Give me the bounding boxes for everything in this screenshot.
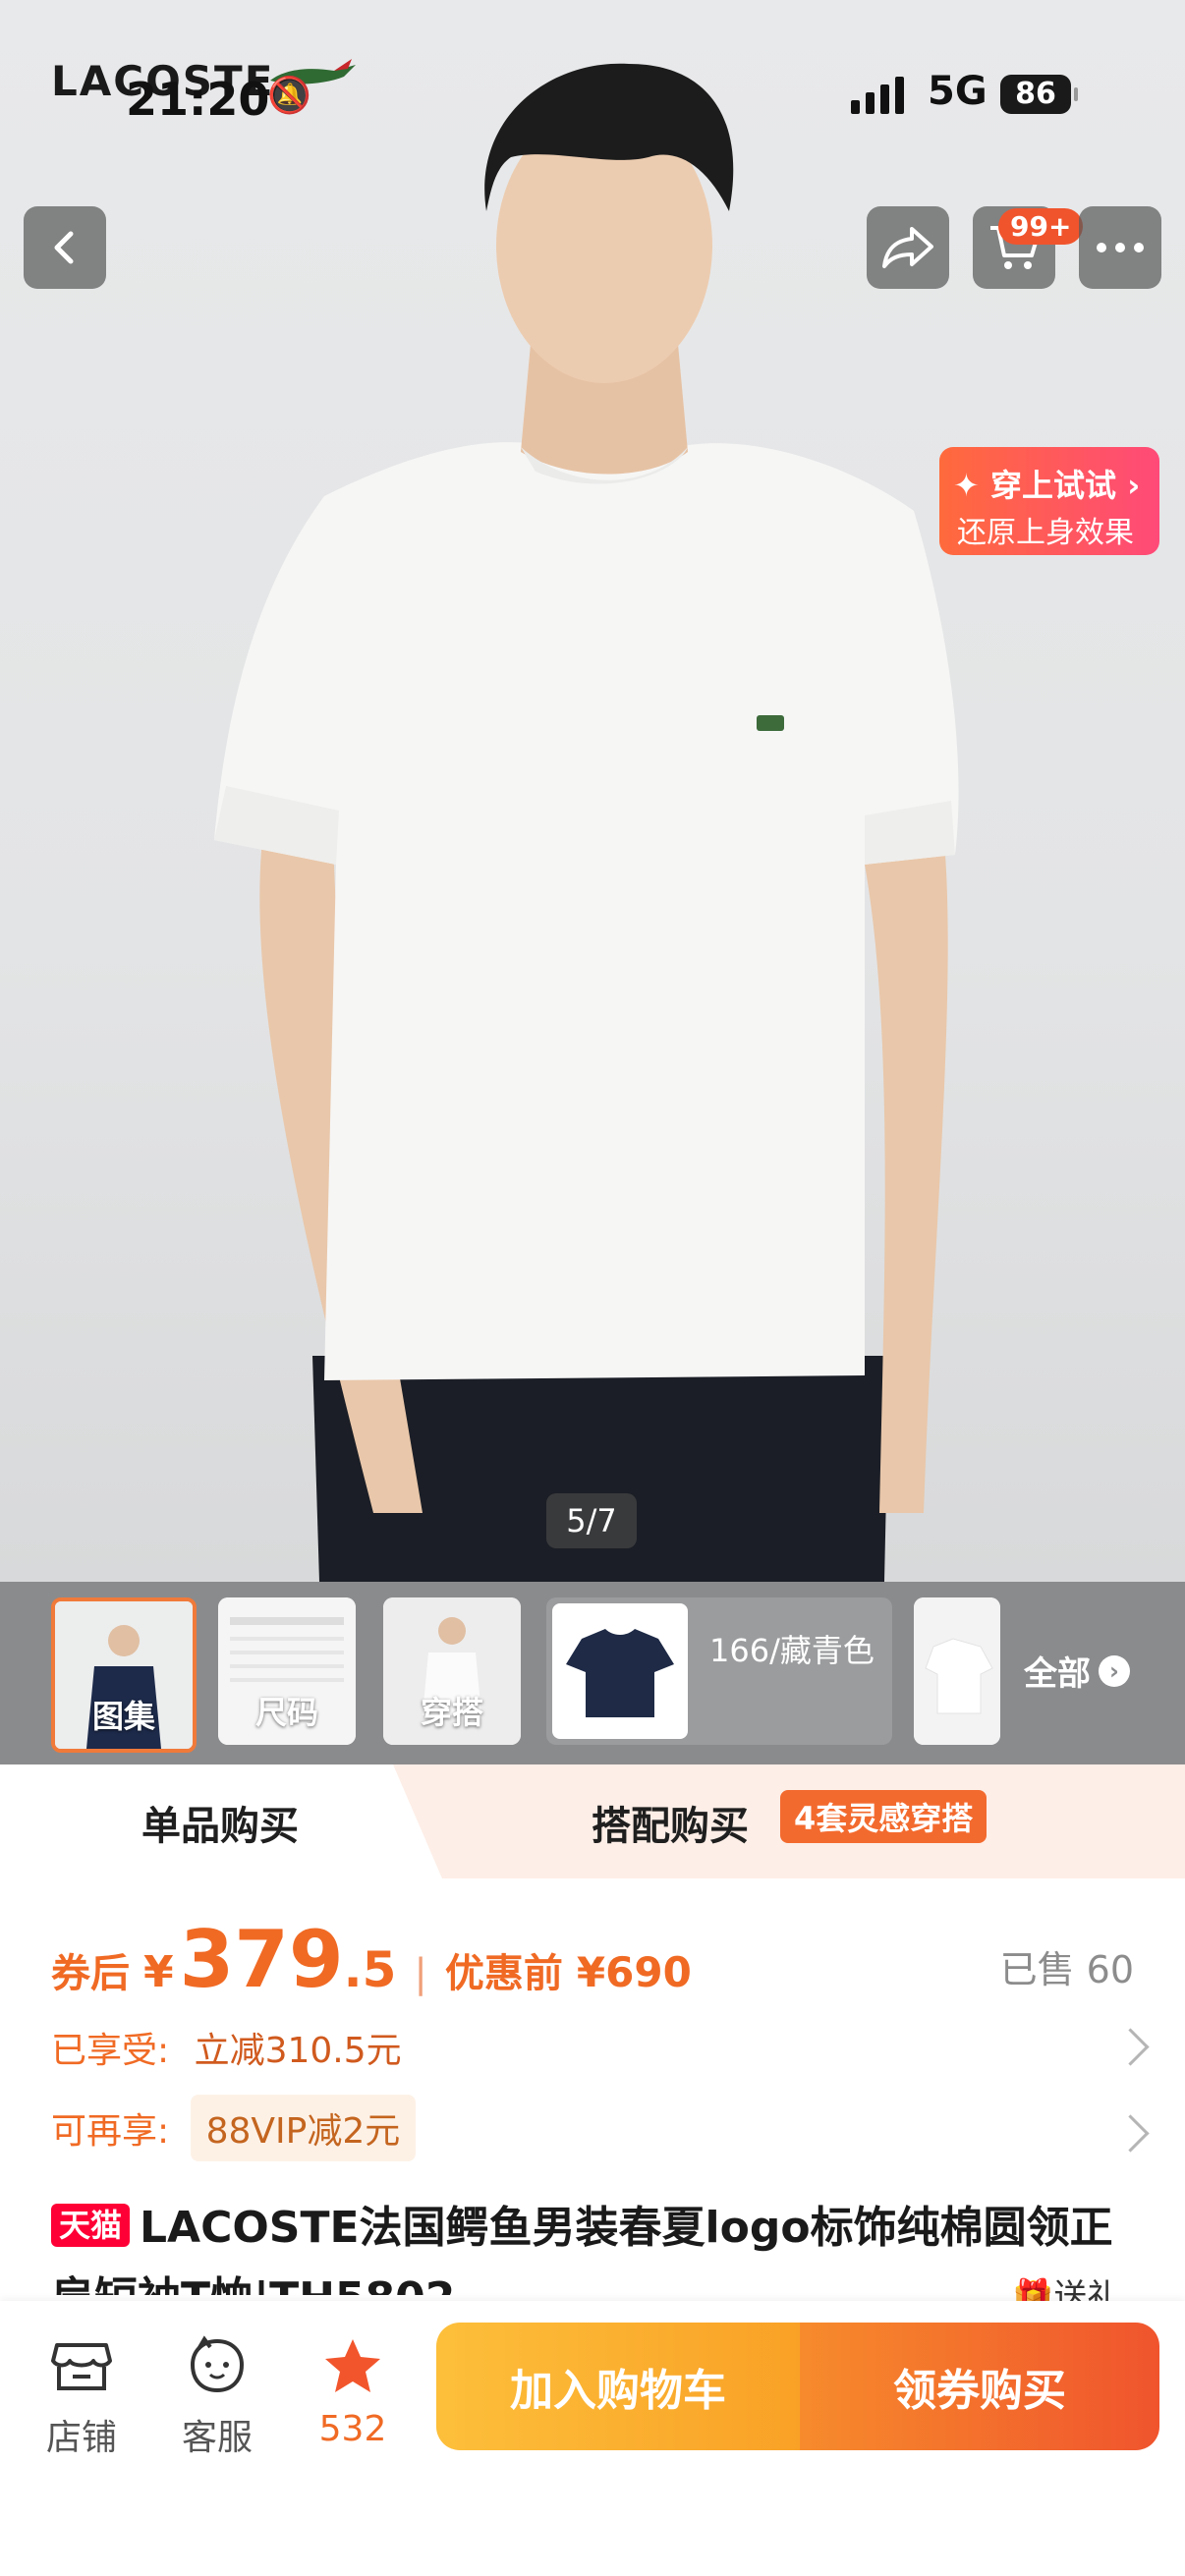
status-bar: LACOSTE 21:20 🔕 5G 86 [0, 0, 1185, 196]
customer-service-button[interactable]: 客服 [163, 2328, 271, 2460]
variant-swatch [552, 1603, 688, 1739]
thumbnail-label: 图集 [91, 1698, 155, 1735]
favorite-button[interactable]: 532 [299, 2328, 407, 2449]
bundle-inspiration-badge[interactable]: 4套灵感穿搭 [780, 1790, 988, 1843]
original-price: ¥690 [576, 1948, 692, 1996]
customer-service-icon [190, 2335, 245, 2393]
customer-service-label: 客服 [181, 2418, 253, 2458]
clock: 21:20 [126, 73, 270, 126]
purchase-mode-tabs: 单品购买 搭配购买 4套灵感穿搭 [0, 1764, 1185, 1878]
tab-bundle-purchase[interactable]: 搭配购买 [592, 1794, 749, 1851]
chevron-right-icon [1111, 2028, 1150, 2066]
view-all-label: 全部 [1024, 1654, 1091, 1694]
silent-mode-icon: 🔕 [267, 76, 311, 116]
promo-label: 可再享: [51, 2111, 170, 2152]
star-icon [325, 2339, 380, 2392]
more-dots-icon [1097, 243, 1144, 252]
promo-value: 立减310.5元 [194, 2031, 402, 2071]
thumbnail-outfit[interactable]: 穿搭 [383, 1597, 521, 1745]
variant-option[interactable]: 166/藏青色 [546, 1597, 892, 1745]
price-row: 券后 ¥ 379 .5 | 优惠前 ¥690 [51, 1914, 692, 2005]
promo-applied-row[interactable]: 已享受: 立减310.5元 [51, 2022, 402, 2073]
original-price-label: 优惠前 [444, 1951, 563, 1996]
thumbnail-strip: 图集 尺码 穿搭 166/藏青色 全部 › [0, 1582, 1185, 1764]
thumbnail-gallery[interactable]: 图集 [51, 1597, 197, 1753]
store-label: 店铺 [45, 2418, 117, 2458]
try-on-title: ✦ 穿上试试 › [953, 467, 1141, 504]
share-icon [882, 227, 933, 268]
favorite-count: 532 [318, 2409, 387, 2449]
bottom-action-bar: 店铺 客服 532 加入购物车 领券购买 [0, 2301, 1185, 2576]
product-title: LACOSTE法国鳄鱼男装春夏logo标饰纯棉圆领正肩短袖T恤|TH5802 [51, 2203, 1113, 2295]
tmall-tag: 天猫 [51, 2204, 131, 2247]
store-icon [51, 2343, 112, 2390]
chevron-left-icon [54, 231, 74, 264]
currency-symbol: ¥ [143, 1947, 174, 1997]
try-on-subtitle: 还原上身效果 [957, 516, 1134, 550]
signal-strength-icon [851, 75, 904, 114]
navy-tshirt-image [566, 1629, 674, 1717]
promo-extra-row[interactable]: 可再享: 88VIP减2元 [51, 2095, 417, 2161]
cart-count-badge: 99+ [998, 208, 1084, 245]
price-separator: | [414, 1951, 427, 1996]
product-image-gallery[interactable]: LACOSTE 21:20 🔕 5G 86 99+ ✦ 穿上试试 › 还原上身效… [0, 0, 1185, 1582]
battery-indicator: 86 [1000, 75, 1078, 114]
white-tshirt-image [914, 1597, 1000, 1745]
back-button[interactable] [24, 206, 106, 289]
promo-label: 已享受: [51, 2031, 170, 2071]
more-options-button[interactable] [1079, 206, 1161, 289]
thumbnail-size-chart[interactable]: 尺码 [218, 1597, 356, 1745]
price-prefix: 券后 [51, 1951, 130, 1996]
chevron-right-icon [1111, 2114, 1150, 2153]
vip-discount-badge: 88VIP减2元 [190, 2095, 417, 2161]
try-on-button[interactable]: ✦ 穿上试试 › 还原上身效果 [939, 447, 1159, 555]
product-title-block: 天猫LACOSTE法国鳄鱼男装春夏logo标饰纯棉圆领正肩短袖T恤|TH5802 [51, 2193, 1142, 2295]
network-type: 5G [928, 69, 988, 114]
thumbnail-label: 穿搭 [420, 1694, 483, 1731]
image-page-indicator: 5/7 [546, 1493, 637, 1548]
tab-single-label: 单品购买 [141, 1804, 299, 1849]
tab-single-purchase[interactable]: 单品购买 [0, 1764, 442, 1878]
view-all-button[interactable]: 全部 › [1024, 1647, 1130, 1695]
thumbnail-white-variant[interactable] [914, 1597, 1000, 1745]
price-main: 379 [179, 1914, 344, 2005]
chevron-right-icon: › [1099, 1654, 1130, 1687]
coupon-buy-button[interactable]: 领券购买 [800, 2323, 1159, 2450]
sold-count: 已售 60 [999, 1948, 1134, 1991]
variant-label: 166/藏青色 [709, 1632, 875, 1669]
add-to-cart-button[interactable]: 加入购物车 [436, 2323, 800, 2450]
share-button[interactable] [867, 206, 949, 289]
thumbnail-label: 尺码 [254, 1694, 318, 1731]
store-button[interactable]: 店铺 [28, 2328, 136, 2460]
price-decimal: .5 [343, 1941, 397, 1998]
